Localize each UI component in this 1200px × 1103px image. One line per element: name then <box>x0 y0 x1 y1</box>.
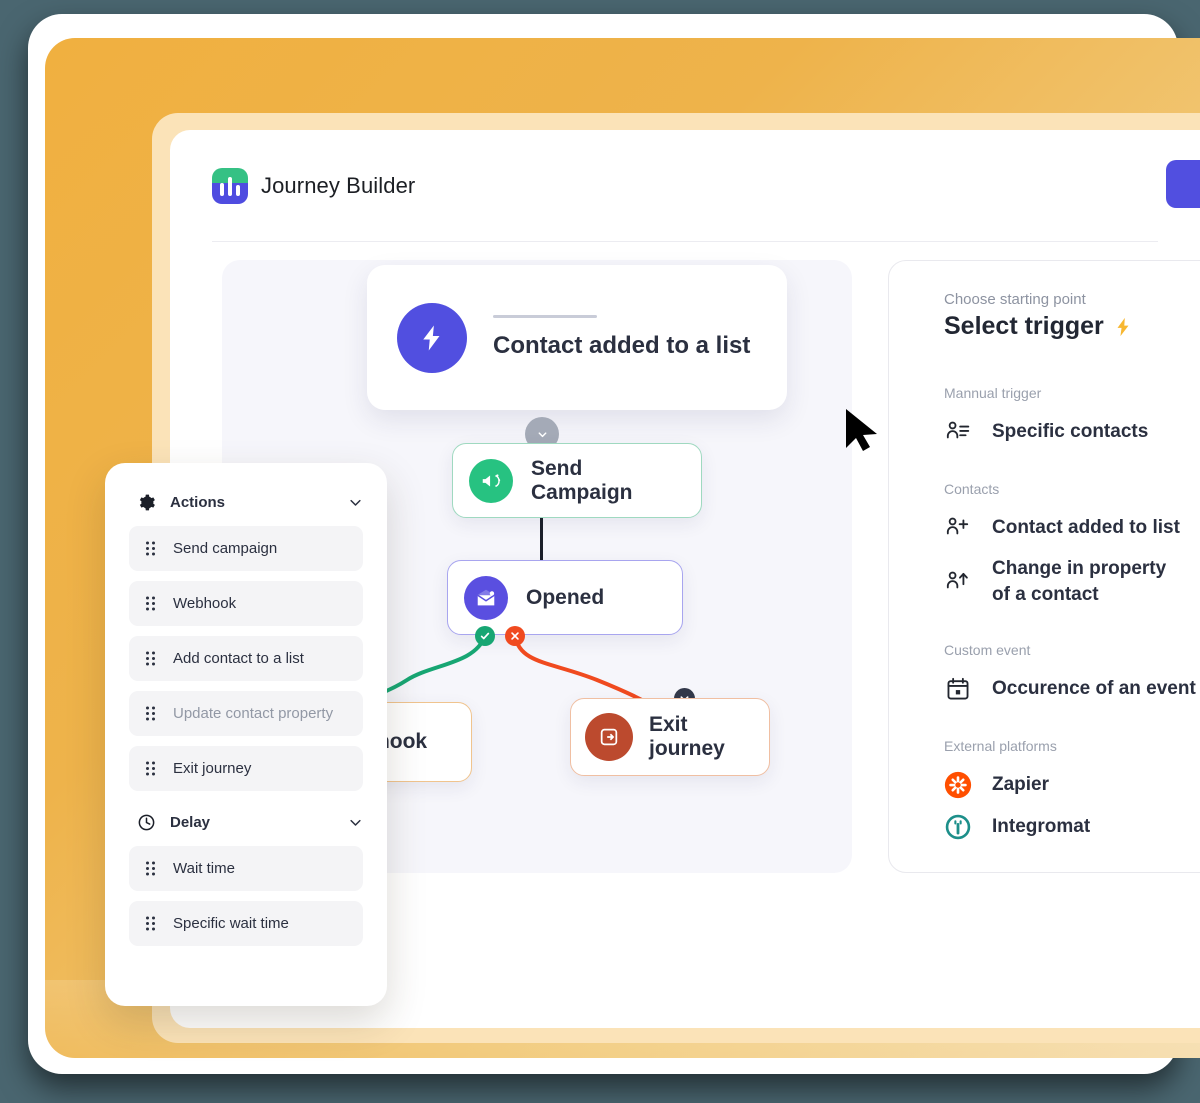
actions-section-header[interactable]: Actions <box>129 489 363 526</box>
node-opened-label: Opened <box>526 585 605 609</box>
node-exit-journey-label: Exit journey <box>649 713 725 760</box>
megaphone-icon <box>469 458 513 503</box>
delay-row-label: Specific wait time <box>173 915 289 932</box>
integromat-icon <box>944 813 972 841</box>
page-title: Journey Builder <box>261 172 416 198</box>
person-list-icon <box>944 418 972 446</box>
trigger-group-label: External platforms <box>944 738 1057 755</box>
clock-icon <box>137 813 156 832</box>
calendar-icon <box>944 675 972 703</box>
action-row-webhook[interactable]: Webhook <box>129 581 363 626</box>
app-header: Journey Builder <box>212 130 1200 242</box>
trigger-panel-title: Select trigger <box>944 312 1200 341</box>
primary-action-button[interactable] <box>1166 160 1200 208</box>
lightning-bolt-icon <box>397 302 467 373</box>
trigger-item-integromat[interactable]: Integromat <box>944 806 1200 848</box>
person-plus-icon <box>944 514 972 542</box>
trigger-group-label: Custom event <box>944 642 1031 659</box>
action-row-label: Webhook <box>173 595 237 612</box>
drag-grip-icon[interactable] <box>145 761 156 776</box>
action-row-update-contact-property[interactable]: Update contact property <box>129 691 363 736</box>
drag-grip-icon[interactable] <box>145 651 156 666</box>
brand: Journey Builder <box>212 167 416 204</box>
trigger-panel: Choose starting point Select trigger Man… <box>888 260 1200 873</box>
trigger-item-zapier[interactable]: Zapier <box>944 764 1200 806</box>
envelope-open-icon <box>464 575 508 620</box>
placeholder-dash <box>493 315 597 318</box>
node-exit-journey[interactable]: Exit journey <box>570 698 770 776</box>
journey-builder-logo-icon <box>212 167 248 204</box>
node-opened[interactable]: Opened <box>447 560 683 635</box>
drag-grip-icon[interactable] <box>145 596 156 611</box>
actions-section-title: Actions <box>170 494 226 511</box>
delay-section-title: Delay <box>170 814 211 831</box>
chevron-down-icon[interactable] <box>348 815 363 830</box>
trigger-item-label: Zapier <box>992 774 1050 796</box>
branch-no-icon[interactable] <box>505 626 525 646</box>
trigger-group-external-platforms: External platforms Zapier Integromat <box>944 738 1200 848</box>
action-row-label: Exit journey <box>173 760 252 777</box>
delay-row-label: Wait time <box>173 860 235 877</box>
lightning-emoji-icon <box>1117 317 1129 336</box>
person-arrow-up-icon <box>944 568 972 596</box>
action-row-label: Update contact property <box>173 705 334 722</box>
action-row-add-contact-to-list[interactable]: Add contact to a list <box>129 636 363 681</box>
delay-row-wait-time[interactable]: Wait time <box>129 846 363 891</box>
trigger-panel-kicker: Choose starting point <box>944 291 1086 308</box>
drag-grip-icon[interactable] <box>145 706 156 721</box>
trigger-item-specific-contacts[interactable]: Specific contacts <box>944 411 1200 453</box>
exit-door-icon <box>585 713 633 761</box>
trigger-item-change-in-property[interactable]: Change in property of a contact <box>944 549 1200 614</box>
action-row-label: Send campaign <box>173 540 278 557</box>
delay-row-specific-wait-time[interactable]: Specific wait time <box>129 901 363 946</box>
trigger-item-label: Occurence of an event <box>992 678 1196 700</box>
chevron-down-icon[interactable] <box>348 495 363 510</box>
trigger-item-occurence-of-event[interactable]: Occurence of an event <box>944 668 1200 710</box>
action-row-exit-journey[interactable]: Exit journey <box>129 746 363 791</box>
drag-grip-icon[interactable] <box>145 916 156 931</box>
mouse-cursor-arrow-icon <box>846 409 877 451</box>
node-trigger-label: Contact added to a list <box>493 332 751 359</box>
node-send-campaign-label: Send Campaign <box>531 456 633 504</box>
trigger-group-label: Mannual trigger <box>944 385 1042 401</box>
actions-panel: Actions Send campaign Webhook Add contac… <box>105 463 387 1006</box>
trigger-item-label: Integromat <box>992 816 1091 838</box>
trigger-item-label: Change in property of a contact <box>992 558 1167 605</box>
drag-grip-icon[interactable] <box>145 541 156 556</box>
node-trigger[interactable]: Contact added to a list <box>367 265 787 410</box>
action-row-send-campaign[interactable]: Send campaign <box>129 526 363 571</box>
trigger-group-contacts: Contacts Contact added to list Change in… <box>944 481 1200 614</box>
trigger-item-label: Contact added to list <box>992 517 1180 539</box>
delay-section-header[interactable]: Delay <box>129 809 363 846</box>
drag-grip-icon[interactable] <box>145 861 156 876</box>
trigger-panel-title-text: Select trigger <box>944 312 1104 340</box>
gear-icon <box>137 493 156 512</box>
trigger-group-manual: Mannual trigger Specific contacts <box>944 385 1200 453</box>
node-send-campaign[interactable]: Send Campaign <box>452 443 702 518</box>
trigger-item-label: Specific contacts <box>992 421 1149 443</box>
action-row-label: Add contact to a list <box>173 650 304 667</box>
trigger-item-contact-added-to-list[interactable]: Contact added to list <box>944 507 1200 549</box>
zapier-icon <box>944 771 972 799</box>
trigger-group-custom-event: Custom event Occurence of an event <box>944 642 1200 710</box>
trigger-group-label: Contacts <box>944 481 1000 497</box>
screenshot-root: Journey Builder Contact added to a list <box>0 0 1200 1103</box>
branch-yes-icon[interactable] <box>475 626 495 646</box>
